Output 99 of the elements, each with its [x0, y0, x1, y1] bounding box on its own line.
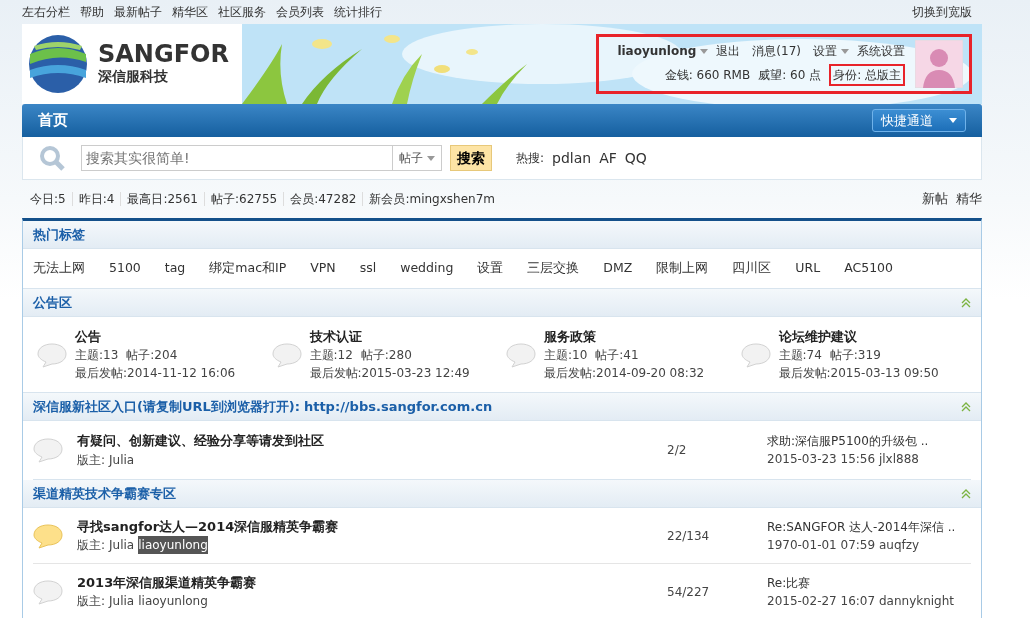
- last-post-link[interactable]: 求助:深信服P5100的升级包 ..: [767, 434, 929, 448]
- tag-link[interactable]: DMZ: [603, 259, 633, 278]
- logo-subtitle: 深信服科技: [98, 66, 169, 86]
- tag-link[interactable]: VPN: [310, 259, 336, 278]
- forum-title[interactable]: 服务政策: [544, 326, 705, 347]
- site-stat: 今日:5: [29, 192, 67, 206]
- caret-icon: [427, 155, 435, 161]
- moderator-link[interactable]: liaoyunlong: [138, 536, 208, 555]
- nav-link[interactable]: 社区服务: [218, 5, 266, 19]
- nav-link[interactable]: 帮助: [80, 5, 104, 19]
- section-link[interactable]: http://bbs.sangfor.com.cn: [303, 396, 493, 417]
- post-count: 帖子:319: [829, 347, 881, 365]
- last-post-meta: 2015-03-23 15:56 jlxl888: [767, 451, 920, 468]
- post-count: 帖子:41: [595, 347, 639, 365]
- forum-title[interactable]: 论坛维护建议: [778, 326, 939, 347]
- tag-link[interactable]: 三层交换: [527, 259, 580, 278]
- nav-link[interactable]: 会员列表: [276, 5, 324, 19]
- quick-link[interactable]: 新帖: [922, 189, 948, 209]
- collapse-icon: [961, 297, 971, 308]
- moderator-label: 版主:: [77, 593, 106, 611]
- tag-link[interactable]: wedding: [400, 259, 454, 278]
- tag-link[interactable]: AC5100: [844, 259, 893, 278]
- last-post-time: 最后发帖:2014-09-20 08:32: [544, 365, 705, 383]
- post-count: 帖子:280: [360, 347, 412, 365]
- thread-count: 54/227: [667, 583, 711, 601]
- tag-link[interactable]: 绑定mac和IP: [209, 259, 287, 278]
- tag-link[interactable]: 限制上网: [656, 259, 709, 278]
- tag-link[interactable]: tag: [164, 259, 186, 278]
- last-post-meta: 1970-01-01 07:59 auqfzy: [767, 536, 921, 554]
- hot-search-label: 热搜:: [516, 150, 545, 167]
- last-post-meta: 2015-02-27 16:07 dannyknight: [767, 592, 955, 610]
- logo-icon: [26, 34, 90, 94]
- tag-link[interactable]: URL: [795, 259, 821, 278]
- topic-count: 主题:74: [778, 347, 822, 365]
- forum-title[interactable]: 公告: [75, 326, 236, 347]
- topic-count: 主题:10: [544, 347, 588, 365]
- logo-text: SANGFOR: [98, 41, 229, 66]
- user-stat: 金钱: 660 RMB: [664, 67, 751, 84]
- section-title: 渠道精英技术争霸赛专区: [33, 484, 176, 503]
- forum-title[interactable]: 2013年深信服渠道精英争霸赛: [77, 572, 667, 593]
- forum-title[interactable]: 寻找sangfor达人—2014深信服精英争霸赛: [77, 516, 667, 537]
- tag-link[interactable]: 无法上网: [33, 259, 85, 278]
- moderator-link[interactable]: Julia: [109, 536, 135, 555]
- user-stat: 身份: 总版主: [829, 64, 905, 86]
- avatar-icon: [915, 40, 963, 88]
- nav-link[interactable]: 统计排行: [334, 5, 382, 19]
- user-menu-link[interactable]: 退出: [716, 42, 741, 60]
- quick-link[interactable]: 精华: [956, 189, 982, 209]
- hot-search-link[interactable]: QQ: [624, 147, 647, 169]
- tag-link[interactable]: ssl: [359, 259, 377, 278]
- last-post-time: 最后发帖:2015-03-13 09:50: [778, 365, 939, 383]
- thread-count: 2/2: [667, 442, 688, 459]
- moderator-link[interactable]: Julia: [109, 450, 135, 469]
- search-icon: [39, 145, 65, 171]
- caret-icon: [949, 118, 957, 123]
- search-field[interactable]: 搜索其实很简单!: [81, 145, 393, 171]
- last-post-time: 最后发帖:2014-11-12 16:06: [75, 365, 236, 383]
- tag-link[interactable]: 四川区: [732, 259, 772, 278]
- moderator-link[interactable]: liaoyunlong: [138, 592, 208, 611]
- site-stat: 会员:47282: [283, 192, 363, 206]
- user-menu-link[interactable]: 设置: [813, 42, 837, 60]
- topic-count: 主题:12: [309, 347, 353, 365]
- forum-title[interactable]: 有疑问、创新建议、经验分享等请发到社区: [77, 431, 667, 451]
- site-stat: 最高日:2561: [120, 192, 204, 206]
- hot-search-link[interactable]: pdlan: [552, 147, 592, 169]
- caret-icon: [700, 48, 709, 54]
- nav-link[interactable]: 最新帖子: [114, 5, 162, 19]
- site-stat: 昨日:4: [71, 192, 121, 206]
- switch-layout-link[interactable]: 切换到宽版: [912, 3, 972, 21]
- last-post-link[interactable]: Re:比赛: [767, 575, 811, 590]
- search-button[interactable]: 搜索: [450, 145, 492, 171]
- last-post-time: 最后发帖:2015-03-23 12:49: [309, 365, 470, 383]
- username-link[interactable]: liaoyunlong: [617, 42, 697, 60]
- section-title: 公告区: [33, 293, 72, 312]
- quick-access-button[interactable]: 快捷通道: [872, 108, 966, 133]
- last-post-link[interactable]: Re:SANGFOR 达人-2014年深信 ..: [767, 519, 956, 534]
- forum-title[interactable]: 技术认证: [309, 326, 470, 347]
- collapse-icon: [961, 401, 971, 412]
- nav-link[interactable]: 精华区: [172, 5, 208, 19]
- search-scope-dropdown[interactable]: 帖子: [393, 145, 442, 171]
- thread-count: 22/134: [667, 527, 711, 545]
- section-title: 深信服新社区入口(请复制URL到浏览器打开):: [33, 397, 300, 416]
- topic-count: 主题:13: [75, 347, 119, 365]
- moderator-label: 版主:: [77, 537, 106, 555]
- moderator-link[interactable]: Julia: [109, 592, 135, 611]
- home-tab[interactable]: 首页: [38, 109, 68, 132]
- section-title: 热门标签: [33, 225, 85, 244]
- user-stat: 威望: 60 点: [758, 67, 822, 84]
- user-menu-link[interactable]: 消息(17): [752, 42, 801, 60]
- nav-link[interactable]: 左右分栏: [22, 5, 70, 19]
- post-count: 帖子:204: [126, 347, 178, 365]
- site-stat: 新会员:mingxshen7m: [362, 192, 501, 206]
- collapse-icon: [961, 488, 971, 499]
- tag-link[interactable]: 设置: [477, 259, 504, 278]
- tag-link[interactable]: 5100: [109, 259, 141, 278]
- user-menu-link[interactable]: 系统设置: [857, 42, 905, 60]
- moderator-label: 版主:: [77, 451, 106, 469]
- site-stat: 帖子:62755: [203, 192, 284, 206]
- hot-search-link[interactable]: AF: [599, 147, 617, 169]
